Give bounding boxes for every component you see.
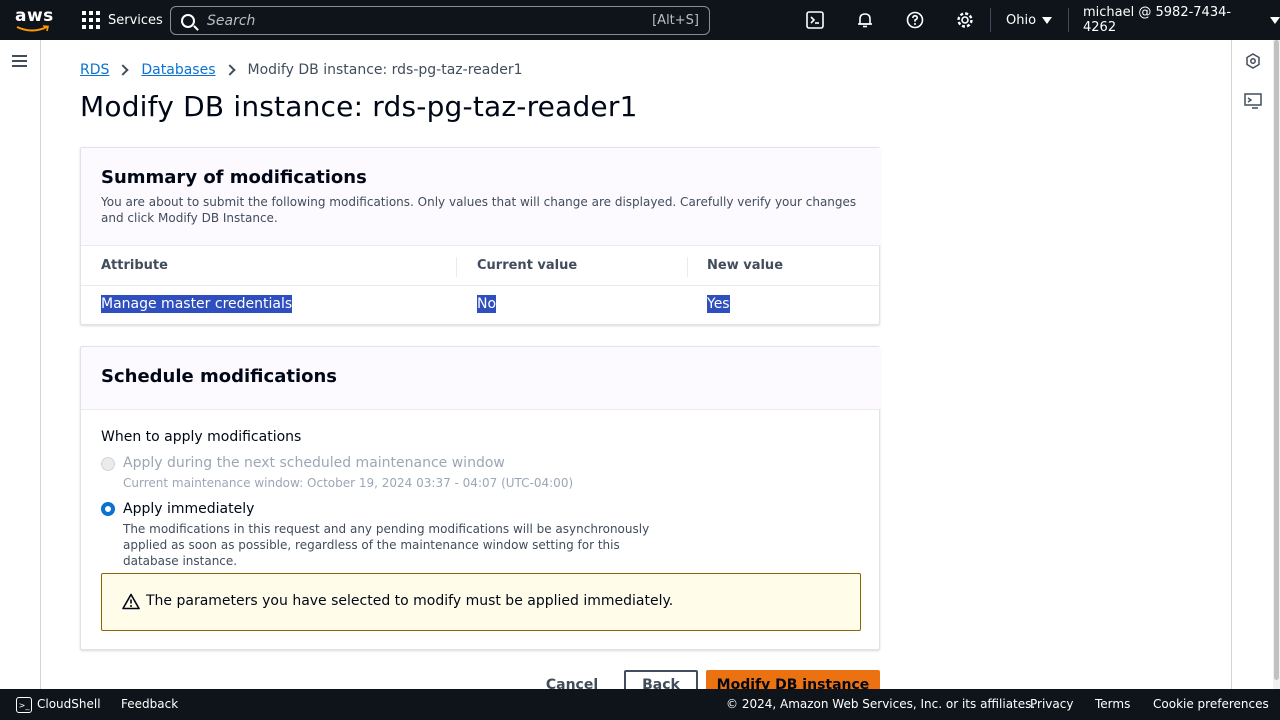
services-menu-button[interactable]: Services (82, 0, 163, 40)
account-label: michael @ 5982-7434-4262 (1083, 5, 1232, 35)
scrollbar-thumb[interactable] (1274, 40, 1279, 680)
services-label: Services (108, 12, 163, 28)
caret-down-icon (1042, 16, 1053, 24)
option-label-maintenance-window: Apply during the next scheduled maintena… (123, 455, 505, 471)
tutorial-panel-icon[interactable] (1244, 92, 1262, 110)
radio-maintenance-window[interactable] (101, 457, 115, 471)
chevron-right-icon (117, 64, 130, 76)
option-desc-maintenance-window: Current maintenance window: October 19, … (123, 476, 574, 490)
cell-attribute: Manage master credentials (101, 295, 293, 313)
gear-icon[interactable] (955, 10, 975, 30)
breadcrumb: RDS Databases Modify DB instance: rds-pg… (80, 62, 523, 78)
column-header-attribute: Attribute (101, 258, 168, 273)
search-shortcut-hint: [Alt+S] (652, 13, 699, 28)
menu-icon[interactable] (12, 55, 27, 67)
footer-terms-link[interactable]: Terms (1095, 697, 1130, 711)
schedule-title: Schedule modifications (101, 366, 338, 387)
warning-icon (122, 593, 140, 610)
footer-privacy-link[interactable]: Privacy (1030, 697, 1073, 711)
footer-bar: >_ CloudShell Feedback © 2024, Amazon We… (0, 689, 1280, 720)
cloudshell-icon[interactable] (805, 10, 825, 30)
summary-title: Summary of modifications (101, 167, 367, 188)
top-navigation: aws Services Search [Alt+S] Ohio michael… (0, 0, 1280, 40)
table-row-divider (81, 285, 881, 286)
chevron-right-icon (223, 64, 236, 76)
column-divider (456, 257, 457, 277)
page-scrollbar[interactable] (1273, 40, 1280, 689)
region-selector[interactable]: Ohio (1006, 0, 1053, 40)
footer-feedback-link[interactable]: Feedback (121, 697, 178, 711)
nav-divider (1068, 8, 1069, 32)
summary-description: You are about to submit the following mo… (101, 195, 857, 225)
aws-logo[interactable]: aws (14, 6, 54, 33)
info-panel-icon[interactable] (1244, 52, 1262, 70)
caret-down-icon (1270, 16, 1280, 24)
search-placeholder: Search (207, 12, 256, 29)
left-side-rail (0, 40, 41, 689)
option-desc-apply-immediately: The modifications in this request and an… (123, 522, 650, 568)
warning-alert-text: The parameters you have selected to modi… (146, 593, 674, 609)
column-header-current-value: Current value (477, 258, 578, 273)
aws-logo-text: aws (15, 6, 54, 26)
region-label: Ohio (1006, 12, 1037, 28)
cloudshell-icon[interactable]: >_ (16, 697, 32, 713)
footer-cloudshell-link[interactable]: CloudShell (37, 697, 101, 711)
help-icon[interactable] (905, 10, 925, 30)
footer-cookie-preferences-link[interactable]: Cookie preferences (1153, 697, 1269, 711)
breadcrumb-current: Modify DB instance: rds-pg-taz-reader1 (247, 62, 523, 78)
breadcrumb-link-databases[interactable]: Databases (141, 62, 215, 78)
account-menu[interactable]: michael @ 5982-7434-4262 (1083, 0, 1280, 40)
breadcrumb-link-rds[interactable]: RDS (80, 62, 109, 78)
radio-apply-immediately[interactable] (101, 502, 115, 516)
page-title: Modify DB instance: rds-pg-taz-reader1 (80, 90, 638, 123)
cell-current-value: No (477, 295, 497, 313)
nav-divider (990, 8, 991, 32)
column-header-new-value: New value (707, 258, 784, 273)
column-divider (687, 257, 688, 277)
search-icon (181, 13, 195, 28)
footer-copyright: © 2024, Amazon Web Services, Inc. or its… (726, 697, 1036, 711)
aws-smile-icon (16, 25, 49, 32)
search-input[interactable]: Search [Alt+S] (170, 6, 710, 35)
bell-icon[interactable] (855, 10, 875, 30)
schedule-card: Schedule modifications When to apply mod… (80, 346, 881, 650)
apps-grid-icon (82, 11, 100, 29)
warning-alert: The parameters you have selected to modi… (101, 573, 861, 631)
apply-timing-label: When to apply modifications (101, 429, 302, 445)
right-side-rail (1231, 40, 1273, 689)
option-label-apply-immediately: Apply immediately (123, 501, 255, 517)
summary-card: Summary of modifications You are about t… (80, 147, 881, 325)
cell-new-value: Yes (707, 295, 730, 313)
